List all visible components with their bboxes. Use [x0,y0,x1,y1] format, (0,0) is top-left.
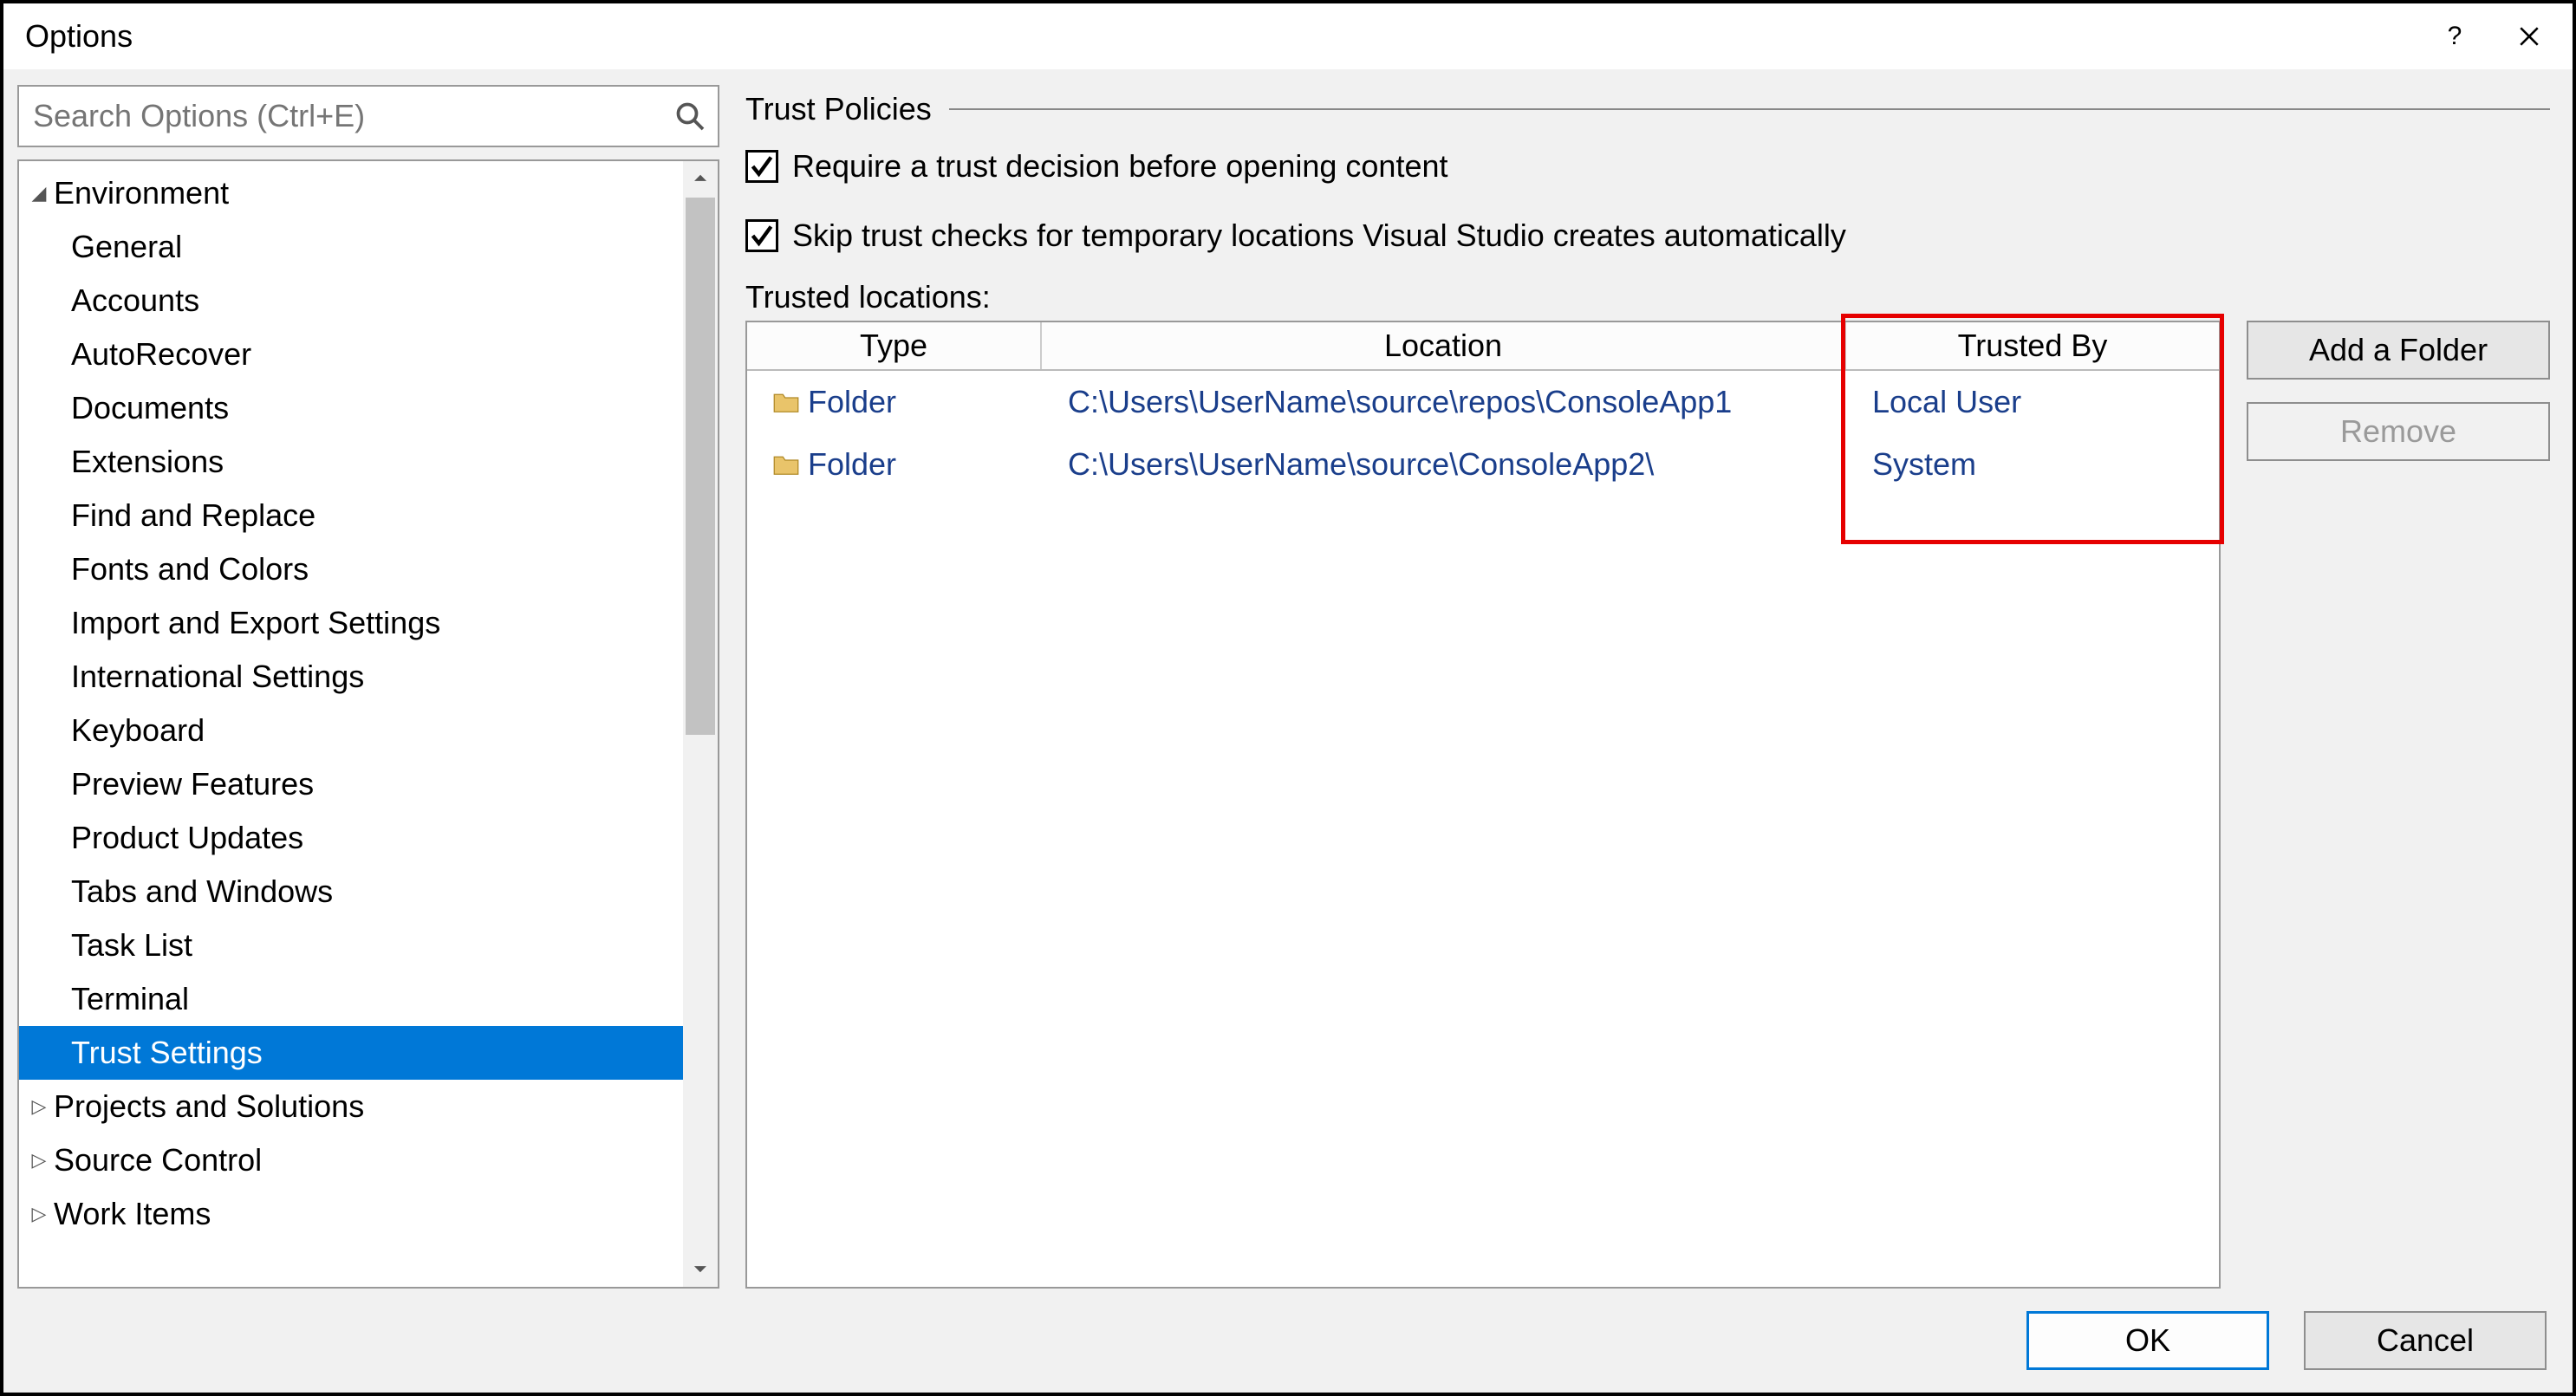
tree-item-environment[interactable]: ◢ Environment [19,166,718,220]
tree-item-general[interactable]: General [19,220,718,274]
add-folder-button[interactable]: Add a Folder [2247,321,2550,380]
tree-item-task-list[interactable]: Task List [19,919,718,972]
check-icon [750,154,774,179]
checkbox-require[interactable] [745,150,778,183]
tree-item-preview-features[interactable]: Preview Features [19,757,718,811]
caret-right-icon: ▷ [28,1095,50,1118]
tree-item-accounts[interactable]: Accounts [19,274,718,328]
cancel-button[interactable]: Cancel [2304,1311,2547,1370]
column-type[interactable]: Type [747,322,1042,369]
tree-item-trust-settings[interactable]: Trust Settings [19,1026,718,1080]
folder-icon [773,453,799,476]
group-header: Trust Policies [745,90,2550,128]
scroll-up-icon[interactable]: ⏶ [683,161,718,196]
trusted-locations-grid[interactable]: Type Location Trusted By Folder C:\Users… [745,321,2221,1289]
side-buttons: Add a Folder Remove [2247,321,2550,1289]
cell-location: C:\Users\UserName\source\repos\ConsoleAp… [1042,384,1846,420]
check-require-trust[interactable]: Require a trust decision before opening … [745,140,2550,192]
grid-body: Folder C:\Users\UserName\source\repos\Co… [747,371,2219,1287]
tree-item-find-replace[interactable]: Find and Replace [19,489,718,542]
tree-scrollbar[interactable]: ⏶ ⏷ [683,161,718,1287]
left-panel: ◢ Environment General Accounts AutoRecov… [17,85,719,1289]
folder-icon [773,391,799,413]
tree-item-projects-solutions[interactable]: ▷Projects and Solutions [19,1080,718,1133]
remove-button: Remove [2247,402,2550,461]
tree-item-international[interactable]: International Settings [19,650,718,704]
locations-area: Type Location Trusted By Folder C:\Users… [745,321,2550,1289]
cell-trustedby: Local User [1846,384,2219,420]
options-tree: ◢ Environment General Accounts AutoRecov… [17,159,719,1289]
column-location[interactable]: Location [1042,322,1846,369]
options-window: Options ? ◢ Environment General Accounts [0,0,2576,1396]
group-divider [949,108,2550,110]
check-require-label: Require a trust decision before opening … [792,148,1448,185]
group-title: Trust Policies [745,91,932,127]
tree-list: ◢ Environment General Accounts AutoRecov… [19,161,718,1246]
checkbox-skip[interactable] [745,219,778,252]
tree-item-extensions[interactable]: Extensions [19,435,718,489]
tree-item-product-updates[interactable]: Product Updates [19,811,718,865]
right-panel: Trust Policies Require a trust decision … [745,85,2550,1289]
caret-right-icon: ▷ [28,1203,50,1225]
trusted-locations-label: Trusted locations: [745,279,2550,315]
cell-type: Folder [747,384,1042,420]
tree-item-autorecover[interactable]: AutoRecover [19,328,718,381]
close-button[interactable] [2496,10,2562,62]
scroll-thumb[interactable] [686,198,715,735]
cell-type: Folder [747,446,1042,483]
check-skip-temp[interactable]: Skip trust checks for temporary location… [745,210,2550,262]
tree-item-documents[interactable]: Documents [19,381,718,435]
tree-item-keyboard[interactable]: Keyboard [19,704,718,757]
table-row[interactable]: Folder C:\Users\UserName\source\ConsoleA… [747,433,2219,496]
table-row[interactable]: Folder C:\Users\UserName\source\repos\Co… [747,371,2219,433]
grid-header: Type Location Trusted By [747,322,2219,371]
check-icon [750,224,774,248]
check-skip-label: Skip trust checks for temporary location… [792,218,1846,254]
dialog-body: ◢ Environment General Accounts AutoRecov… [3,69,2573,1289]
column-trustedby[interactable]: Trusted By [1846,322,2219,369]
search-icon [674,101,706,132]
caret-down-icon: ◢ [28,182,50,205]
tree-item-terminal[interactable]: Terminal [19,972,718,1026]
help-button[interactable]: ? [2422,10,2488,62]
window-title: Options [25,18,2413,55]
cell-trustedby: System [1846,446,2219,483]
cell-location: C:\Users\UserName\source\ConsoleApp2\ [1042,446,1846,483]
search-box[interactable] [17,85,719,147]
scroll-down-icon[interactable]: ⏷ [683,1252,718,1287]
ok-button[interactable]: OK [2026,1311,2269,1370]
close-icon [2518,25,2540,48]
dialog-footer: OK Cancel [3,1289,2573,1393]
tree-item-tabs-windows[interactable]: Tabs and Windows [19,865,718,919]
tree-item-fonts-colors[interactable]: Fonts and Colors [19,542,718,596]
tree-item-source-control[interactable]: ▷Source Control [19,1133,718,1187]
tree-item-import-export[interactable]: Import and Export Settings [19,596,718,650]
tree-item-work-items[interactable]: ▷Work Items [19,1187,718,1241]
search-input[interactable] [31,97,674,135]
titlebar: Options ? [3,3,2573,69]
caret-right-icon: ▷ [28,1149,50,1172]
